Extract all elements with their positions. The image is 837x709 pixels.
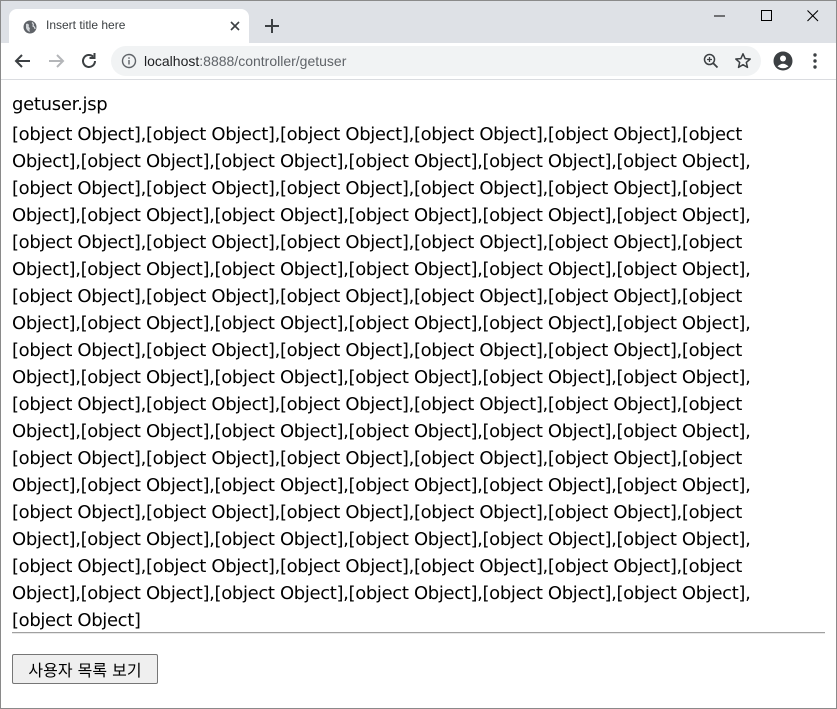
data-line: [object Object],[object Object],[object … xyxy=(12,178,742,199)
data-line: [object Object],[object Object],[object … xyxy=(12,124,742,145)
tab-title: Insert title here xyxy=(46,18,126,32)
data-line: Object],[object Object],[object Object],… xyxy=(12,259,751,280)
data-line: Object],[object Object],[object Object],… xyxy=(12,205,751,226)
close-icon[interactable] xyxy=(227,18,243,34)
user-list-button[interactable]: 사용자 목록 보기 xyxy=(12,654,158,684)
plus-icon[interactable] xyxy=(262,16,282,36)
browser-tab[interactable]: Insert title here xyxy=(9,9,249,43)
info-icon[interactable] xyxy=(121,53,137,69)
data-line: Object],[object Object],[object Object],… xyxy=(12,475,751,496)
page-content: getuser.jsp [object Object],[object Obje… xyxy=(1,80,836,708)
page-heading: getuser.jsp xyxy=(12,94,108,115)
maximize-icon[interactable] xyxy=(744,1,790,31)
url-path: :8888/controller/getuser xyxy=(199,53,347,69)
data-line: Object],[object Object],[object Object],… xyxy=(12,367,751,388)
menu-icon[interactable] xyxy=(811,51,819,71)
back-icon[interactable] xyxy=(11,49,35,73)
data-line: Object],[object Object],[object Object],… xyxy=(12,421,751,442)
data-line: [object Object],[object Object],[object … xyxy=(12,394,742,415)
tab-strip: Insert title here xyxy=(1,1,836,43)
data-line: Object],[object Object],[object Object],… xyxy=(12,583,751,604)
data-line: Object],[object Object],[object Object],… xyxy=(12,151,751,172)
url-text: localhost:8888/controller/getuser xyxy=(144,53,346,69)
star-icon[interactable] xyxy=(734,52,752,70)
data-line: Object],[object Object],[object Object],… xyxy=(12,529,751,550)
zoom-icon[interactable] xyxy=(702,52,720,70)
divider xyxy=(12,632,825,634)
globe-icon xyxy=(23,19,37,34)
data-line: [object Object] xyxy=(12,610,141,631)
window-close-icon[interactable] xyxy=(790,1,836,31)
data-line: [object Object],[object Object],[object … xyxy=(12,286,742,307)
data-line: [object Object],[object Object],[object … xyxy=(12,502,742,523)
data-line: [object Object],[object Object],[object … xyxy=(12,232,742,253)
user-data-output: [object Object],[object Object],[object … xyxy=(12,121,802,634)
url-host: localhost xyxy=(144,53,200,69)
data-line: Object],[object Object],[object Object],… xyxy=(12,313,751,334)
account-icon[interactable] xyxy=(773,51,793,71)
toolbar: localhost:8888/controller/getuser xyxy=(1,43,836,80)
forward-icon[interactable] xyxy=(44,49,68,73)
data-line: [object Object],[object Object],[object … xyxy=(12,340,742,361)
browser-window: Insert title here localhost:8888/control… xyxy=(0,0,837,709)
reload-icon[interactable] xyxy=(77,49,101,73)
minimize-icon[interactable] xyxy=(697,1,743,31)
data-line: [object Object],[object Object],[object … xyxy=(12,448,742,469)
address-bar[interactable]: localhost:8888/controller/getuser xyxy=(111,46,761,76)
data-line: [object Object],[object Object],[object … xyxy=(12,556,742,577)
